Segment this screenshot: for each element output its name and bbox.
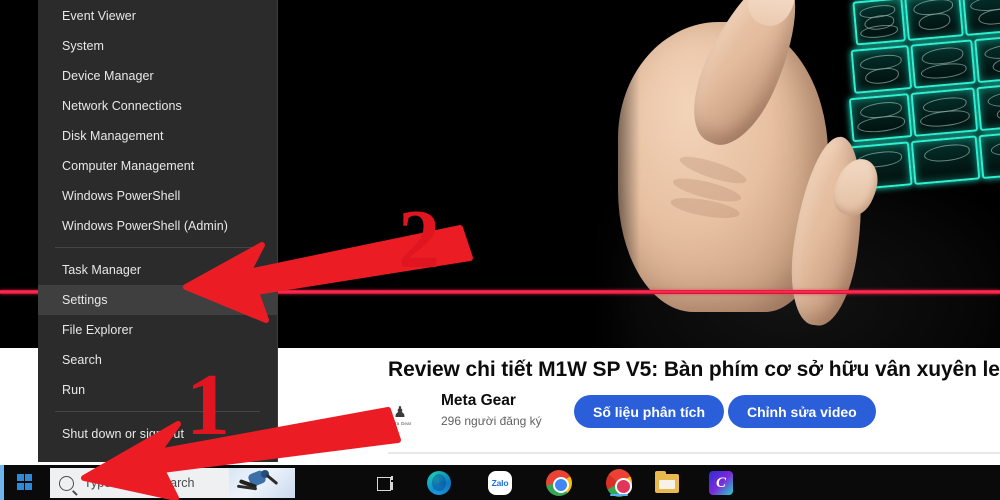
- task-view-button[interactable]: [372, 469, 400, 497]
- taskbar-app-google-chrome-beta[interactable]: [606, 469, 632, 497]
- menu-label: Search: [62, 353, 102, 367]
- taskbar-active-indicator: [610, 493, 628, 496]
- winx-context-menu[interactable]: Event Viewer System Device Manager Netwo…: [38, 0, 278, 462]
- taskbar-app-file-explorer[interactable]: [654, 470, 680, 496]
- search-input[interactable]: Type here to search: [50, 468, 295, 498]
- channel-avatar[interactable]: ♟ Meta Gear: [378, 396, 422, 436]
- taskbar-app-zalo[interactable]: Zalo: [487, 470, 513, 496]
- menu-item-disk-management[interactable]: Disk Management: [38, 121, 277, 151]
- menu-item-shut-down-or-sign-out[interactable]: Shut down or sign out ›: [38, 419, 277, 449]
- search-icon: [59, 475, 74, 491]
- menu-label: Settings: [62, 293, 108, 307]
- panel-divider: [388, 452, 1000, 454]
- task-view-icon: [377, 476, 395, 491]
- chevron-right-icon: ›: [256, 426, 261, 442]
- edge-icon: [427, 471, 451, 495]
- menu-label: Windows PowerShell: [62, 189, 181, 203]
- taskbar-app-capcut[interactable]: C: [708, 470, 734, 496]
- menu-label: Computer Management: [62, 159, 195, 173]
- menu-item-event-viewer[interactable]: Event Viewer: [38, 1, 277, 31]
- zalo-icon: Zalo: [488, 471, 512, 495]
- menu-item-windows-powershell[interactable]: Windows PowerShell: [38, 181, 277, 211]
- channel-row: ♟ Meta Gear Meta Gear 296 người đăng ký …: [378, 392, 938, 439]
- menu-item-device-manager[interactable]: Device Manager: [38, 61, 277, 91]
- screen: Review chi tiết M1W SP V5: Bàn phím cơ s…: [0, 0, 1000, 500]
- menu-label: Task Manager: [62, 263, 142, 277]
- chrome-icon: [546, 470, 572, 496]
- subscriber-count: 296 người đăng ký: [441, 414, 542, 428]
- menu-item-system[interactable]: System: [38, 31, 277, 61]
- edit-video-button[interactable]: Chỉnh sửa video: [728, 395, 876, 428]
- taskbar-app-google-chrome[interactable]: [546, 470, 572, 496]
- annotation-step-2: 2: [398, 193, 440, 286]
- taskbar-left-edge: [0, 465, 4, 500]
- menu-separator-1: [55, 247, 260, 248]
- zalo-label: Zalo: [491, 478, 509, 488]
- menu-item-file-explorer[interactable]: File Explorer: [38, 315, 277, 345]
- menu-item-run[interactable]: Run: [38, 375, 277, 405]
- video-title: Review chi tiết M1W SP V5: Bàn phím cơ s…: [388, 358, 1000, 381]
- menu-label: File Explorer: [62, 323, 133, 337]
- menu-label: Disk Management: [62, 129, 164, 143]
- search-placeholder: Type here to search: [84, 476, 195, 490]
- avatar-glyph: ♟: [393, 404, 407, 421]
- menu-item-network-connections[interactable]: Network Connections: [38, 91, 277, 121]
- menu-label: Windows PowerShell (Admin): [62, 219, 228, 233]
- menu-item-windows-powershell-admin[interactable]: Windows PowerShell (Admin): [38, 211, 277, 241]
- menu-label: Event Viewer: [62, 9, 137, 23]
- windows-logo-icon: [16, 474, 34, 491]
- annotation-step-1: 1: [186, 357, 230, 454]
- taskbar: Type here to search Zalo C: [0, 465, 1000, 500]
- menu-item-computer-management[interactable]: Computer Management: [38, 151, 277, 181]
- left-white-strip: [0, 348, 38, 465]
- menu-label: System: [62, 39, 104, 53]
- capcut-icon: C: [709, 471, 733, 495]
- menu-label: Device Manager: [62, 69, 154, 83]
- menu-item-search[interactable]: Search: [38, 345, 277, 375]
- menu-item-settings[interactable]: Settings: [38, 285, 277, 315]
- avatar-label: Meta Gear: [388, 421, 412, 426]
- menu-item-task-manager[interactable]: Task Manager: [38, 255, 277, 285]
- search-thumbnail-image: [229, 468, 295, 498]
- channel-name[interactable]: Meta Gear: [441, 392, 516, 410]
- folder-icon: [655, 470, 679, 493]
- menu-label: Network Connections: [62, 99, 182, 113]
- start-button[interactable]: [2, 465, 48, 500]
- analytics-button[interactable]: Số liệu phân tích: [574, 395, 725, 428]
- taskbar-app-microsoft-edge[interactable]: [426, 470, 452, 496]
- menu-label: Shut down or sign out: [62, 427, 184, 441]
- chrome-beta-icon: [606, 469, 632, 497]
- menu-label: Run: [62, 383, 86, 397]
